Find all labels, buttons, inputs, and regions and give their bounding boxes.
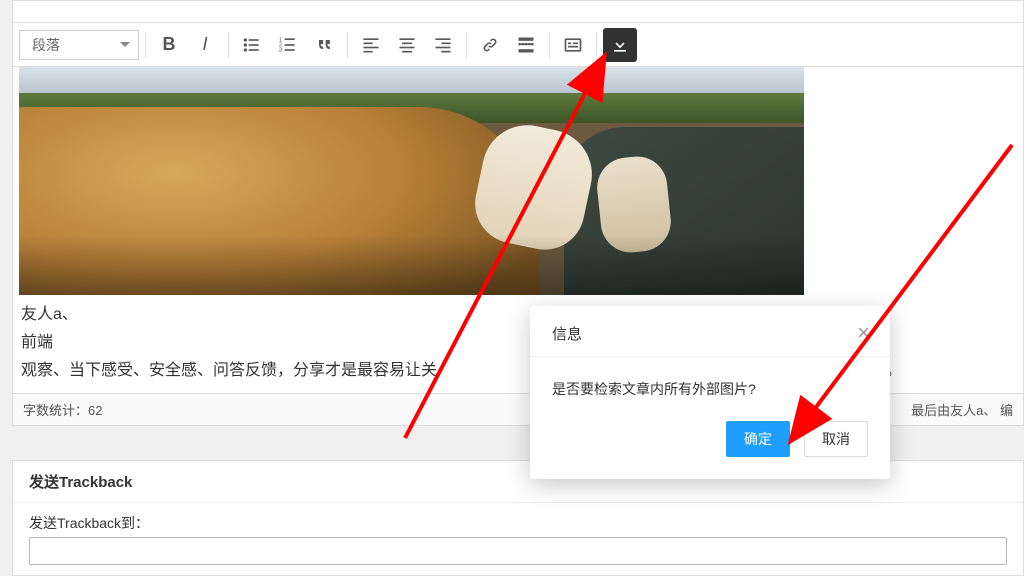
insert-more-button[interactable] <box>509 28 543 62</box>
align-left-icon <box>361 35 381 55</box>
last-edited-by: 最后由友人a、 编 <box>911 400 1013 419</box>
align-center-icon <box>397 35 417 55</box>
align-center-button[interactable] <box>390 28 424 62</box>
align-right-button[interactable] <box>426 28 460 62</box>
list-ol-icon: 123 <box>278 35 298 55</box>
dialog-ok-button[interactable]: 确定 <box>726 421 790 457</box>
confirm-dialog: 信息 × 是否要检索文章内所有外部图片? 确定 取消 <box>530 306 890 479</box>
ordered-list-button[interactable]: 123 <box>271 28 305 62</box>
toolbar-row-upper <box>13 1 1023 23</box>
word-count: 字数统计：62 <box>23 400 102 419</box>
link-icon <box>480 35 500 55</box>
download-external-images-button[interactable] <box>603 28 637 62</box>
trackback-url-input[interactable] <box>29 537 1007 565</box>
insert-link-button[interactable] <box>473 28 507 62</box>
dialog-cancel-button[interactable]: 取消 <box>804 421 868 457</box>
align-left-button[interactable] <box>354 28 388 62</box>
toolbar-separator <box>145 32 146 58</box>
toolbar-separator <box>596 32 597 58</box>
chevron-down-icon <box>120 42 130 47</box>
dialog-title: 信息 <box>552 323 582 344</box>
toolbar-separator <box>347 32 348 58</box>
toolbar-separator <box>549 32 550 58</box>
format-select[interactable]: 段落 <box>19 30 139 60</box>
download-icon <box>610 35 630 55</box>
bold-button[interactable]: B <box>152 28 186 62</box>
dialog-message: 是否要检索文章内所有外部图片? <box>530 357 890 407</box>
toolbar-separator <box>466 32 467 58</box>
shortcode-icon <box>563 35 583 55</box>
close-icon: × <box>857 320 870 345</box>
unordered-list-button[interactable] <box>235 28 269 62</box>
svg-text:3: 3 <box>279 47 282 53</box>
align-right-icon <box>433 35 453 55</box>
trackback-field-label: 发送Trackback到： <box>29 513 1007 533</box>
editor-toolbar: 段落 B I 123 <box>13 23 1023 67</box>
quote-icon <box>314 35 334 55</box>
short-code-button[interactable] <box>556 28 590 62</box>
toolbar-separator <box>228 32 229 58</box>
blockquote-button[interactable] <box>307 28 341 62</box>
format-select-label: 段落 <box>32 35 60 55</box>
list-ul-icon <box>242 35 262 55</box>
dialog-close-button[interactable]: × <box>857 322 870 344</box>
content-image[interactable] <box>19 67 804 295</box>
read-more-icon <box>516 35 536 55</box>
italic-button[interactable]: I <box>188 28 222 62</box>
